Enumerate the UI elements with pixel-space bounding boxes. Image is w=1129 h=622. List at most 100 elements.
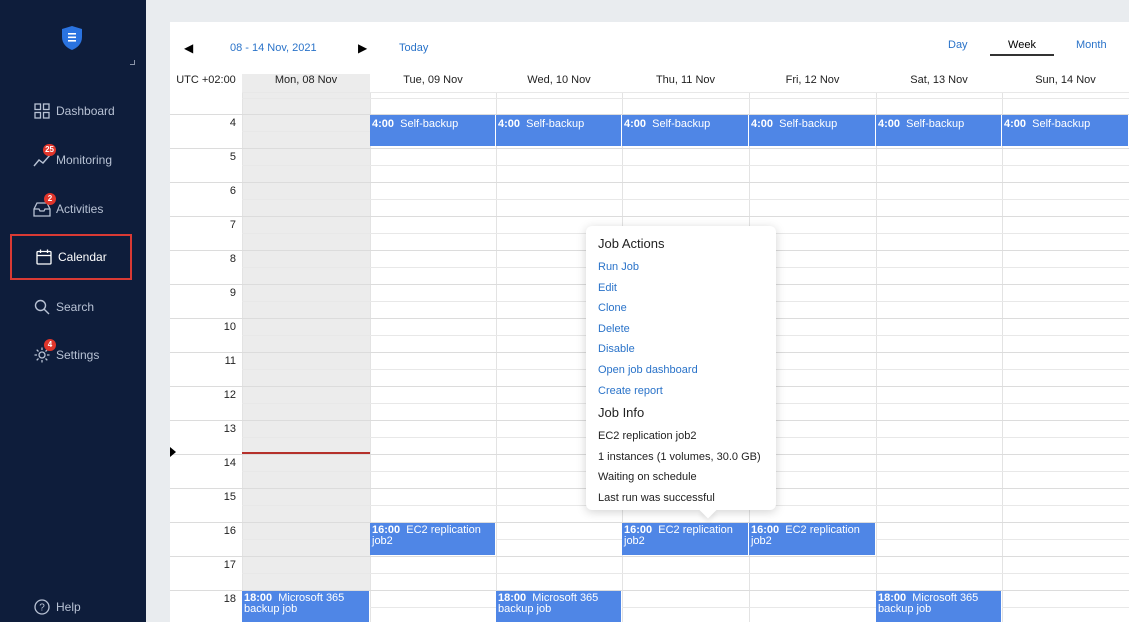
calendar-toolbar: ◀ 08 - 14 Nov, 2021 ▶ Today Day Week Mon… <box>170 22 1129 72</box>
calendar-event[interactable]: 4:00 Self-backup <box>370 115 496 146</box>
hour-divider <box>170 148 1129 149</box>
event-title: Self-backup <box>400 118 459 130</box>
sidebar-item-activities[interactable]: 2 Activities <box>10 186 132 232</box>
calendar-event[interactable]: 4:00 Self-backup <box>876 115 1002 146</box>
today-button[interactable]: Today <box>399 42 428 54</box>
shield-logo-icon[interactable] <box>61 25 83 51</box>
hour-label: 15 <box>223 491 236 503</box>
job-actions-title: Job Actions <box>598 236 665 251</box>
day-header[interactable]: Wed, 10 Nov <box>496 74 622 92</box>
calendar-event[interactable]: 16:00 EC2 replication job2 <box>749 523 876 555</box>
hour-divider <box>170 556 1129 557</box>
event-time: 4:00 <box>498 118 521 130</box>
hour-label: 14 <box>223 457 236 469</box>
collapse-handle-icon[interactable] <box>130 60 135 65</box>
hour-label: 5 <box>229 151 236 163</box>
job-info-title: Job Info <box>598 405 645 421</box>
clone-link[interactable]: Clone <box>598 298 764 319</box>
hour-divider <box>170 182 1129 183</box>
monitoring-badge: 25 <box>43 144 56 156</box>
event-title: Self-backup <box>1032 118 1091 130</box>
row-divider <box>242 92 1129 93</box>
help-label: Help <box>56 600 81 614</box>
sidebar-item-label: Settings <box>56 348 100 362</box>
event-title: Self-backup <box>779 118 838 130</box>
edit-link[interactable]: Edit <box>598 278 764 299</box>
event-title: Self-backup <box>652 118 711 130</box>
hour-label: 4 <box>229 117 236 129</box>
next-week-icon[interactable]: ▶ <box>358 41 367 55</box>
sidebar-item-help[interactable]: ? Help <box>10 584 132 622</box>
hour-label: 9 <box>229 287 236 299</box>
event-title: Self-backup <box>906 118 965 130</box>
view-day-button[interactable]: Day <box>948 39 968 51</box>
run-job-link[interactable]: Run Job <box>598 257 764 278</box>
calendar-event[interactable]: 16:00 EC2 replication job2 <box>370 523 496 555</box>
event-time: 4:00 <box>878 118 901 130</box>
calendar-event[interactable]: 16:00 EC2 replication job2 <box>622 523 749 555</box>
hour-label: 17 <box>223 559 236 571</box>
delete-link[interactable]: Delete <box>598 319 764 340</box>
sidebar-item-calendar[interactable]: Calendar <box>10 234 132 280</box>
hour-label: 13 <box>223 423 236 435</box>
day-header[interactable]: Thu, 11 Nov <box>622 74 749 92</box>
current-time-line <box>242 452 370 454</box>
column-divider <box>242 92 243 622</box>
view-week-button[interactable]: Week <box>990 39 1054 56</box>
calendar-event[interactable]: 18:00 Microsoft 365 backup job <box>876 591 1002 622</box>
calendar-event[interactable]: 18:00 Microsoft 365 backup job <box>496 591 622 622</box>
settings-badge: 4 <box>44 339 56 351</box>
sidebar-item-label: Dashboard <box>56 104 115 118</box>
job-size: 1 instances (1 volumes, 30.0 GB) <box>598 450 761 463</box>
hour-label: 6 <box>229 185 236 197</box>
row-divider <box>242 98 1129 99</box>
help-icon: ? <box>32 597 52 617</box>
column-divider <box>876 92 877 622</box>
create-report-link[interactable]: Create report <box>598 381 764 402</box>
half-hour-divider <box>242 165 1129 166</box>
day-header[interactable]: Tue, 09 Nov <box>370 74 496 92</box>
day-header[interactable]: Sun, 14 Nov <box>1002 74 1129 92</box>
sidebar-item-dashboard[interactable]: Dashboard <box>10 88 132 134</box>
column-divider <box>496 92 497 622</box>
day-header[interactable]: Mon, 08 Nov <box>242 74 370 92</box>
hour-label: 16 <box>223 525 236 537</box>
sidebar-item-label: Monitoring <box>56 153 113 167</box>
inbox-icon: 2 <box>32 193 56 219</box>
sidebar-item-label: Activities <box>56 202 104 216</box>
calendar-panel: ◀ 08 - 14 Nov, 2021 ▶ Today Day Week Mon… <box>170 22 1129 622</box>
calendar-event[interactable]: 4:00 Self-backup <box>1002 115 1129 146</box>
hour-label: 11 <box>224 355 236 367</box>
open-job-dashboard-link[interactable]: Open job dashboard <box>598 360 764 381</box>
calendar-event[interactable]: 4:00 Self-backup <box>749 115 876 146</box>
sidebar-item-label: Search <box>56 300 95 314</box>
hour-label: 7 <box>229 219 236 231</box>
sidebar-item-label: Calendar <box>58 250 107 264</box>
calendar-event[interactable]: 4:00 Self-backup <box>496 115 622 146</box>
event-time: 4:00 <box>751 118 774 130</box>
prev-week-icon[interactable]: ◀ <box>184 41 193 55</box>
date-range-label[interactable]: 08 - 14 Nov, 2021 <box>230 42 317 54</box>
sidebar-item-settings[interactable]: 4 Settings <box>10 332 132 378</box>
calendar-icon <box>34 247 54 267</box>
job-name: EC2 replication job2 <box>598 430 697 443</box>
calendar-event[interactable]: 18:00 Microsoft 365 backup job <box>242 591 370 622</box>
hour-label: 10 <box>223 321 236 333</box>
event-title: Self-backup <box>526 118 585 130</box>
sidebar-item-search[interactable]: Search <box>10 284 132 330</box>
hour-label: 18 <box>223 593 236 605</box>
hour-label: 8 <box>229 253 236 265</box>
job-status: Waiting on schedule <box>598 471 697 484</box>
sidebar-item-monitoring[interactable]: 25 Monitoring <box>10 137 132 183</box>
calendar-event[interactable]: 4:00 Self-backup <box>622 115 749 146</box>
day-header[interactable]: Fri, 12 Nov <box>749 74 876 92</box>
job-last-run: Last run was successful <box>598 491 715 504</box>
day-header[interactable]: Sat, 13 Nov <box>876 74 1002 92</box>
disable-link[interactable]: Disable <box>598 339 764 360</box>
view-month-button[interactable]: Month <box>1076 39 1107 51</box>
chart-line-icon: 25 <box>32 144 56 170</box>
half-hour-divider <box>242 573 1129 574</box>
event-time: 4:00 <box>1004 118 1027 130</box>
hour-divider <box>170 216 1129 217</box>
event-time: 4:00 <box>372 118 395 130</box>
